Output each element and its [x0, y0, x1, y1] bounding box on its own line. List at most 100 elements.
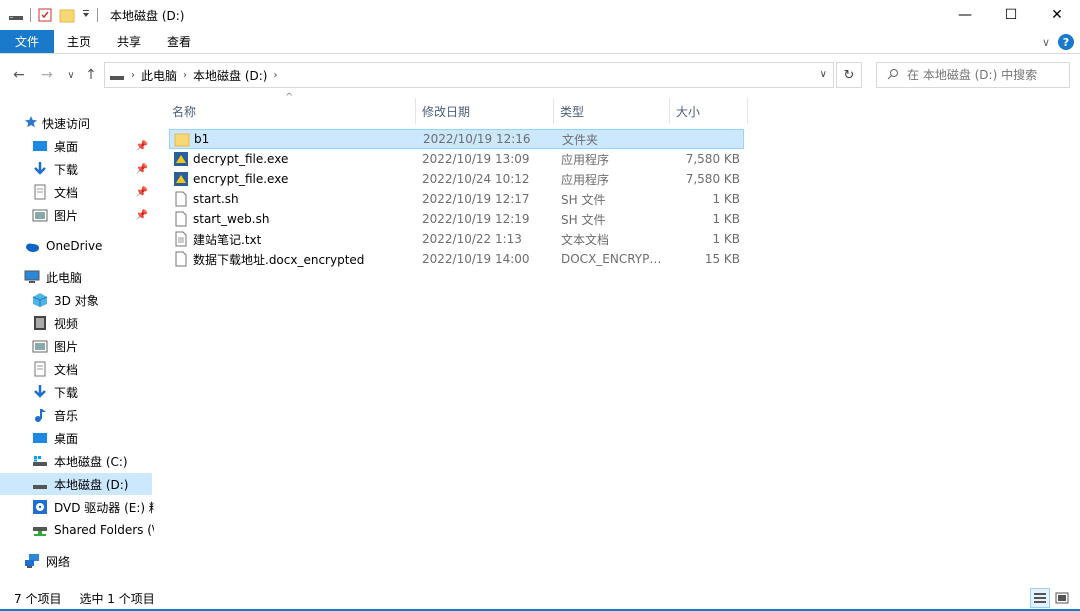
sidebar-item-documents-pc[interactable]: 文档 [32, 358, 78, 380]
window-controls: — ☐ ✕ [942, 0, 1080, 30]
file-size: 1 KB [712, 192, 740, 206]
back-button[interactable]: ← [8, 64, 30, 86]
sidebar-item-pictures-pc[interactable]: 图片 [32, 335, 78, 357]
pin-icon[interactable]: 📌 [136, 164, 148, 175]
navigation-pane: 快速访问 桌面 📌 下载 📌 文档 📌 图片 📌 OneDrive 此电脑 3D… [0, 96, 154, 582]
sidebar-item-network[interactable]: 网络 [24, 550, 70, 572]
maximize-button[interactable]: ☐ [988, 0, 1034, 30]
column-header-date[interactable]: 修改日期 [416, 98, 554, 124]
sidebar-item-shared-folders[interactable]: Shared Folders (\\ [32, 519, 154, 541]
breadcrumb-this-pc[interactable]: 此电脑 [141, 67, 177, 84]
sidebar-item-documents[interactable]: 文档 📌 [32, 181, 154, 203]
pin-icon[interactable]: 📌 [136, 210, 148, 221]
status-bar: 7 个项目 选中 1 个项目 [0, 586, 1080, 610]
music-icon [32, 407, 48, 423]
chevron-right-icon[interactable]: › [273, 70, 277, 81]
forward-button[interactable]: → [36, 64, 58, 86]
sidebar-item-desktop-pc[interactable]: 桌面 [32, 427, 78, 449]
file-name: start.sh [193, 192, 239, 206]
minimize-button[interactable]: — [942, 0, 988, 30]
file-row[interactable]: start.sh 2022/10/19 12:17 SH 文件 1 KB [169, 189, 744, 209]
pin-icon[interactable]: 📌 [136, 141, 148, 152]
sidebar-item-this-pc[interactable]: 此电脑 [24, 266, 82, 288]
file-date: 2022/10/19 13:09 [422, 152, 530, 166]
column-header-name[interactable]: 名称 [166, 98, 416, 124]
column-header-size[interactable]: 大小 [670, 98, 748, 124]
sidebar-item-drive-c[interactable]: 本地磁盘 (C:) [32, 450, 128, 472]
sidebar-item-onedrive[interactable]: OneDrive [24, 235, 102, 257]
chevron-right-icon[interactable]: › [131, 70, 135, 81]
search-input[interactable] [907, 68, 1057, 82]
drive-c-icon [32, 453, 48, 469]
file-date: 2022/10/22 1:13 [422, 232, 522, 246]
tab-view[interactable]: 查看 [154, 30, 204, 53]
item-count: 7 个项目 [14, 591, 62, 606]
toolbar-divider [30, 8, 31, 22]
folder-icon [174, 131, 190, 147]
recent-locations-button[interactable]: ∨ [60, 64, 82, 86]
tab-home[interactable]: 主页 [54, 30, 104, 53]
file-row[interactable]: start_web.sh 2022/10/19 12:19 SH 文件 1 KB [169, 209, 744, 229]
properties-icon[interactable] [37, 7, 53, 23]
file-name: encrypt_file.exe [193, 172, 289, 186]
sidebar-item-music[interactable]: 音乐 [32, 404, 78, 426]
large-icons-view-button[interactable] [1052, 588, 1072, 608]
text-file-icon [173, 231, 189, 247]
sidebar-item-downloads-pc[interactable]: 下载 [32, 381, 78, 403]
file-date: 2022/10/19 12:19 [422, 212, 530, 226]
sidebar-item-downloads[interactable]: 下载 📌 [32, 158, 154, 180]
details-view-button[interactable] [1030, 588, 1050, 608]
file-date: 2022/10/19 12:17 [422, 192, 530, 206]
file-type: SH 文件 [561, 192, 606, 207]
sidebar-item-quick-access[interactable]: 快速访问 [24, 112, 90, 134]
search-box[interactable] [876, 62, 1070, 88]
file-size: 7,580 KB [685, 152, 740, 166]
new-folder-icon[interactable] [59, 7, 75, 23]
desktop-icon [32, 138, 48, 154]
up-button[interactable]: ↑ [80, 64, 102, 86]
tab-share[interactable]: 共享 [104, 30, 154, 53]
pin-icon[interactable]: 📌 [136, 187, 148, 198]
customize-toolbar-icon[interactable] [81, 7, 91, 23]
sidebar-item-pictures[interactable]: 图片 📌 [32, 204, 154, 226]
network-share-icon [32, 522, 48, 538]
file-size: 1 KB [712, 212, 740, 226]
file-row[interactable]: 数据下载地址.docx_encrypted 2022/10/19 14:00 D… [169, 249, 744, 269]
star-icon [24, 115, 38, 131]
sidebar-item-desktop[interactable]: 桌面 📌 [32, 135, 154, 157]
python-exe-icon [173, 171, 189, 187]
sidebar-item-3d-objects[interactable]: 3D 对象 [32, 289, 99, 311]
file-list: ^ 名称 修改日期 类型 大小 b1 2022/10/19 12:16 文件夹 … [155, 92, 1080, 582]
drive-icon[interactable] [8, 7, 24, 23]
expand-ribbon-icon[interactable]: ∨ [1042, 36, 1050, 49]
file-row[interactable]: 建站笔记.txt 2022/10/22 1:13 文本文档 1 KB [169, 229, 744, 249]
sidebar-item-dvd-drive[interactable]: DVD 驱动器 (E:) 精 [32, 496, 154, 518]
view-switcher [1030, 588, 1072, 608]
quick-access-toolbar [0, 0, 104, 30]
ribbon-tabs: 文件 主页 共享 查看 ∨ ? [0, 30, 1080, 54]
video-icon [32, 315, 48, 331]
file-type: 应用程序 [561, 152, 610, 167]
column-header-type[interactable]: 类型 [554, 98, 670, 124]
download-icon [32, 161, 48, 177]
file-row[interactable]: b1 2022/10/19 12:16 文件夹 [169, 129, 744, 149]
breadcrumb-drive-d[interactable]: 本地磁盘 (D:) [193, 67, 267, 84]
download-icon [32, 384, 48, 400]
tab-file[interactable]: 文件 [0, 30, 54, 53]
details-view-icon [1034, 593, 1046, 603]
dvd-drive-icon [32, 499, 48, 515]
address-bar[interactable]: › 此电脑 › 本地磁盘 (D:) › ∨ [104, 62, 834, 88]
address-dropdown-icon[interactable]: ∨ [820, 69, 827, 80]
chevron-right-icon[interactable]: › [183, 70, 187, 81]
sidebar-item-videos[interactable]: 视频 [32, 312, 78, 334]
refresh-button[interactable]: ↻ [836, 62, 862, 88]
title-bar: 本地磁盘 (D:) — ☐ ✕ [0, 0, 1080, 30]
file-name: 数据下载地址.docx_encrypted [193, 252, 365, 267]
sidebar-item-drive-d[interactable]: 本地磁盘 (D:) [0, 473, 152, 495]
help-icon[interactable]: ? [1058, 34, 1074, 50]
file-name: decrypt_file.exe [193, 152, 289, 166]
file-row[interactable]: decrypt_file.exe 2022/10/19 13:09 应用程序 7… [169, 149, 744, 169]
close-button[interactable]: ✕ [1034, 0, 1080, 30]
selection-count: 选中 1 个项目 [79, 591, 155, 606]
file-row[interactable]: encrypt_file.exe 2022/10/24 10:12 应用程序 7… [169, 169, 744, 189]
